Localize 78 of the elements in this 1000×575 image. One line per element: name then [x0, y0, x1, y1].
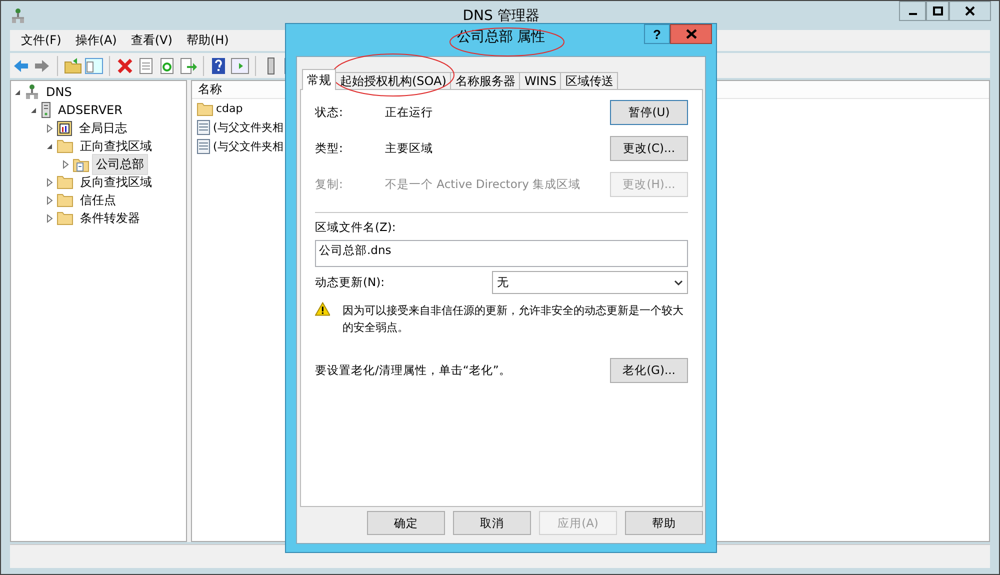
up-folder-icon[interactable] — [64, 56, 82, 74]
field-value: 不是一个 Active Directory 集成区域 — [385, 176, 582, 192]
tab[interactable]: 常规 — [302, 69, 336, 90]
log-icon — [57, 120, 72, 136]
minimize-icon — [908, 13, 916, 15]
collapse-arrow-icon[interactable] — [45, 142, 54, 150]
tree-item[interactable]: 反向查找区域 — [76, 172, 156, 192]
collapse-arrow-icon[interactable] — [29, 106, 38, 114]
maximize-icon — [932, 6, 942, 16]
expand-arrow-icon[interactable] — [45, 178, 54, 186]
expand-arrow-icon[interactable] — [45, 214, 54, 222]
field-value: 主要区域 — [385, 140, 434, 156]
folder-icon — [57, 193, 73, 207]
tree-item[interactable]: 信任点 — [76, 190, 120, 210]
field-label: 类型: — [315, 140, 344, 156]
dropdown-caret-icon — [674, 280, 683, 286]
column-header[interactable]: 名称 — [192, 81, 222, 98]
action-button[interactable]: 更改(C)... — [610, 136, 688, 160]
window-title: DNS 管理器 — [462, 6, 540, 24]
field-label: 动态更新(N): — [315, 275, 386, 290]
collapse-arrow-icon[interactable] — [13, 88, 22, 96]
network-icon — [11, 8, 25, 24]
list-item[interactable]: cdap — [216, 102, 243, 115]
dialog-button[interactable]: 确定 — [367, 511, 445, 535]
help-icon[interactable] — [210, 56, 228, 74]
aging-hint: 要设置老化/清理属性，单击“老化”。 — [315, 363, 511, 378]
list-item[interactable]: (与父文件夹相 — [213, 139, 284, 154]
expand-arrow-icon[interactable] — [45, 124, 54, 132]
field-label: 区域文件名(Z): — [315, 220, 397, 235]
minimize-button[interactable] — [899, 1, 926, 21]
menu-item[interactable]: 文件(F) — [14, 32, 68, 49]
console-icon[interactable] — [231, 56, 249, 74]
field-label: 复制: — [315, 176, 344, 192]
aging-button[interactable]: 老化(G)... — [610, 358, 688, 383]
tab[interactable]: 区域传送 — [560, 72, 618, 90]
pane-toggle-icon[interactable] — [85, 56, 103, 74]
menu-item[interactable]: 操作(A) — [68, 32, 124, 49]
refresh-icon[interactable] — [158, 56, 176, 74]
field-value: 正在运行 — [385, 104, 434, 120]
folder-icon — [57, 139, 73, 153]
menu-item[interactable]: 查看(V) — [124, 32, 180, 49]
tree-item[interactable]: 公司总部 — [92, 154, 148, 174]
expand-arrow-icon[interactable] — [61, 160, 70, 168]
tab[interactable]: 起始授权机构(SOA) — [335, 72, 452, 90]
close-button[interactable] — [670, 24, 712, 44]
zone-folder-icon — [73, 156, 89, 172]
record-icon — [197, 139, 210, 154]
action-button[interactable]: 暂停(U) — [610, 100, 688, 124]
tree-item[interactable]: 条件转发器 — [76, 208, 144, 228]
dialog-button[interactable]: 帮助 — [625, 511, 703, 535]
tab[interactable]: 名称服务器 — [450, 72, 520, 90]
properties-icon[interactable] — [137, 56, 155, 74]
warning-icon — [315, 302, 330, 316]
field-label: 状态: — [315, 104, 344, 120]
folder-icon — [197, 102, 213, 116]
help-button[interactable]: ? — [644, 24, 670, 44]
dynamic-update-dropdown[interactable]: 无 — [492, 271, 688, 294]
menu-item[interactable]: 帮助(H) — [179, 32, 236, 49]
tree-item[interactable]: ADSERVER — [54, 101, 126, 119]
delete-icon[interactable] — [116, 56, 134, 74]
warning-text: 因为可以接受来自非信任源的更新，允许非安全的动态更新是一个较大的安全弱点。 — [342, 303, 684, 336]
tree-item[interactable]: 全局日志 — [75, 118, 131, 138]
record-icon — [197, 120, 210, 135]
list-item[interactable]: (与父文件夹相 — [213, 120, 284, 135]
tree-item[interactable]: DNS — [42, 83, 76, 101]
dialog-button[interactable]: 取消 — [453, 511, 531, 535]
tree-item[interactable]: 正向查找区域 — [76, 136, 156, 156]
zone-file-field[interactable]: 公司总部.dns — [315, 240, 688, 267]
close-icon — [965, 6, 975, 16]
export-icon[interactable] — [179, 56, 197, 74]
close-icon — [686, 29, 696, 39]
folder-icon — [57, 175, 73, 189]
maximize-button[interactable] — [926, 1, 949, 21]
close-button[interactable] — [949, 1, 991, 21]
expand-arrow-icon[interactable] — [45, 196, 54, 204]
folder-icon — [57, 211, 73, 225]
server-icon — [41, 102, 51, 118]
network-icon — [25, 84, 39, 100]
